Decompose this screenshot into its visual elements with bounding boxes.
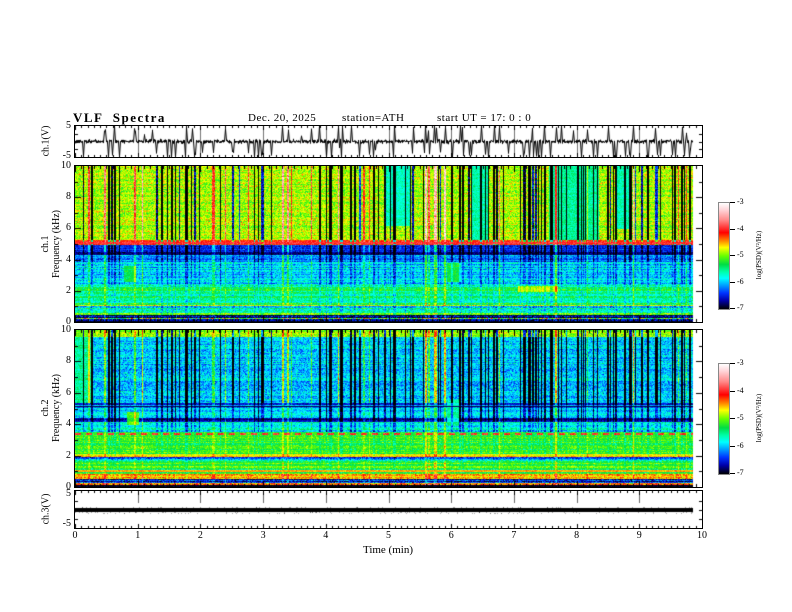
ch2-spectrogram-ylabel: ch.2 Frequency (kHz) [40, 373, 62, 443]
ch2-spectrogram-canvas [75, 330, 702, 487]
colorbar-tick-label: -3 [737, 197, 744, 206]
volt-tick-label: -5 [62, 518, 71, 529]
colorbar-tick [730, 281, 735, 283]
freq-tick-label: 10 [61, 160, 71, 171]
ch3-waveform-canvas [75, 491, 702, 528]
x-tick-label: 6 [448, 530, 454, 541]
colorbar-tick-label: -4 [737, 223, 744, 233]
x-tick-label: 10 [697, 530, 707, 541]
x-axis-label: Time (min) [362, 544, 413, 556]
freq-tick-label: 8 [66, 191, 71, 203]
x-tick-label: 0 [72, 530, 78, 541]
x-tick-label: 1 [135, 530, 141, 541]
colorbar-tick-label: -5 [737, 250, 744, 259]
panel-ch1-spectrogram [74, 165, 703, 323]
x-tick-label: 3 [260, 530, 266, 541]
colorbar-tick [730, 473, 735, 474]
colorbar-tick [730, 363, 735, 364]
freq-tick-label: 2 [66, 284, 71, 296]
volt-tick-label: 5 [66, 488, 71, 499]
freq-tick-label: 10 [61, 324, 71, 335]
colorbar-tick [730, 445, 735, 447]
ch1-spectrogram-canvas [75, 166, 702, 322]
colorbar-tick-label: -7 [737, 303, 744, 312]
colorbar-ch1 [718, 202, 730, 310]
freq-tick-label: 6 [66, 386, 71, 398]
header-station: station=ATH [342, 112, 405, 124]
x-tick-label: 7 [511, 530, 517, 541]
x-tick-label: 5 [386, 530, 391, 541]
freq-tick-label: 8 [66, 355, 71, 367]
colorbar-tick [730, 308, 735, 309]
freq-tick-label: 4 [66, 253, 71, 265]
colorbar-tick [730, 255, 735, 256]
colorbar-tick-label: -7 [737, 468, 744, 477]
colorbar-tick-label: -6 [737, 276, 744, 286]
panel-ch1-waveform [74, 125, 703, 158]
panel-ch3-waveform [74, 490, 703, 529]
colorbar-tick [730, 228, 735, 230]
volt-tick-label: 5 [66, 120, 71, 131]
colorbar-tick [730, 202, 735, 203]
ch1-waveform-canvas [75, 126, 702, 157]
colorbar-tick-label: -5 [737, 413, 744, 422]
colorbar-tick-label: -3 [737, 358, 744, 367]
volt-tick-label: -5 [62, 150, 71, 161]
header-date: Dec. 20, 2025 [248, 112, 317, 124]
colorbar-tick [730, 390, 735, 392]
freq-tick-label: 4 [66, 418, 71, 430]
freq-tick-label: 2 [66, 449, 71, 461]
header-start-ut: start UT = 17: 0 : 0 [437, 112, 532, 124]
vlf-spectra-figure: VLF Spectra Dec. 20, 2025 station=ATH st… [0, 0, 792, 612]
x-tick-label: 9 [636, 530, 642, 541]
colorbar-ch2 [718, 363, 730, 475]
x-tick-label: 4 [323, 530, 329, 541]
colorbar-tick-label: -4 [737, 385, 744, 395]
colorbar-tick-label: -6 [737, 440, 744, 450]
figure-title: VLF Spectra [73, 110, 166, 125]
ch1-spectrogram-ylabel: ch.1 Frequency (kHz) [40, 209, 62, 279]
x-tick-label: 2 [197, 530, 203, 541]
panel-ch2-spectrogram [74, 329, 703, 488]
freq-tick-label: 6 [66, 222, 71, 234]
x-tick-label: 8 [574, 530, 580, 541]
colorbar-tick [730, 418, 735, 419]
